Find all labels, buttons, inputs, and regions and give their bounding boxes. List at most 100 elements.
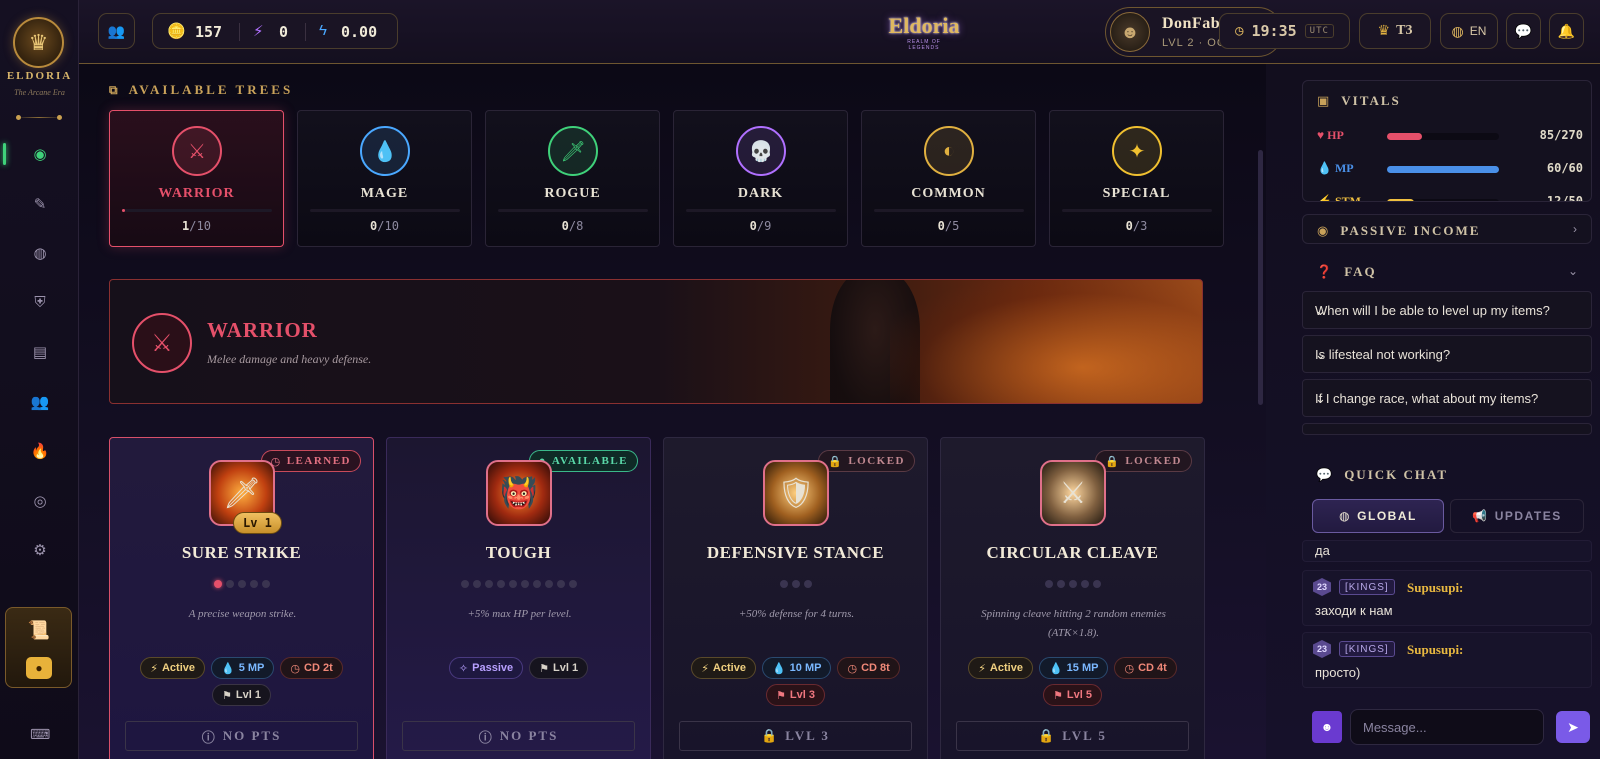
skill-action-button[interactable]: ⓘ NO PTS [125, 721, 358, 751]
sidebar-item-settings[interactable]: ⚙ [28, 538, 52, 562]
tree-progress-bar [310, 209, 460, 212]
tree-card-common[interactable]: ◐ COMMON 0/5 [861, 110, 1036, 247]
faq-item[interactable]: Is lifesteal not working? ⌄ [1302, 335, 1592, 373]
clock-icon: ◷ [1235, 23, 1244, 39]
chat-username[interactable]: Supusupi: [1407, 642, 1463, 658]
skill-card-tough[interactable]: ●AVAILABLE👹TOUGH+5% max HP per level.✧Pa… [386, 437, 651, 759]
skill-tags: ⚡ Active 💧 5 MP ◷ CD 2t ⚑ Lvl 1 [110, 657, 373, 706]
flame-icon: 🔥 [30, 443, 50, 460]
tab-global[interactable]: ◍ GLOBAL [1312, 499, 1444, 533]
sidebar-item-coins[interactable]: ◎ [28, 489, 52, 513]
passive-income-panel[interactable]: ◉ PASSIVE INCOME › [1302, 214, 1592, 244]
notifications-button[interactable]: 🔔 [1549, 13, 1584, 49]
tree-card-warrior[interactable]: ⚔ WARRIOR 1/10 [109, 110, 284, 247]
status-badge: 🔒 LOCKED [1095, 450, 1192, 472]
tree-progress-bar [122, 209, 272, 212]
skill-card-defensive-stance[interactable]: 🔒 LOCKED 🛡 DEFENSIVE STANCE +50% defense for… [663, 437, 928, 759]
status-badge: ◷ LEARNED [260, 450, 361, 472]
tree-progress-bar [874, 209, 1024, 212]
tree-card-rogue[interactable]: 🗡 ROGUE 0/8 [485, 110, 660, 247]
group-icon: 👥 [30, 393, 50, 411]
coin-icon: 🪙 [167, 23, 186, 40]
skill-action-button[interactable]: 🔒 LVL 5 [956, 721, 1189, 751]
clan-tag[interactable]: [KINGS] [1339, 641, 1395, 657]
sparkle-icon: ✦ [1112, 126, 1162, 176]
skill-tag: ⚑ Lvl 1 [529, 657, 589, 679]
chat-message-text: заходи к нам [1315, 603, 1393, 618]
wand-icon: ✎ [33, 195, 47, 213]
faq-item[interactable]: When will I be able to level up my items… [1302, 291, 1592, 329]
chevron-down-icon: ⌄ [1315, 391, 1326, 406]
vital-icon: ♥ [1317, 128, 1325, 142]
server-clock[interactable]: ◷ 19:35 UTC [1219, 13, 1350, 49]
skill-card-sure-strike[interactable]: ◷ LEARNED 🗡 Lv 1 SURE STRIKE A precise weapon… [109, 437, 374, 759]
brand-wordmark[interactable]: Eldoria [879, 13, 969, 39]
skill-tags: ⚡ Active 💧 15 MP ◷ CD 4t ⚑ Lvl 5 [941, 657, 1204, 706]
skill-tag: ◷ CD 4t [1114, 657, 1177, 679]
tree-count: 0/8 [561, 219, 584, 233]
tree-count: 0/3 [1125, 219, 1148, 233]
sidebar-item-profile[interactable]: ◉ [28, 142, 52, 166]
level-pip [779, 580, 788, 588]
scroll-icon[interactable]: 📜 [26, 618, 52, 642]
chat-tabs: ◍ GLOBAL 📢 UPDATES [1312, 499, 1588, 533]
tree-name: DARK [737, 186, 784, 201]
emoji-button[interactable]: ☻ [1312, 711, 1342, 743]
chat-input-row: ☻ ➤ [1302, 709, 1592, 745]
party-button[interactable]: 👥 [98, 13, 135, 49]
brand-logo[interactable]: ♛ [13, 17, 64, 68]
clan-tag[interactable]: [KINGS] [1339, 579, 1395, 595]
faq-item[interactable]: Can you still pay for fun?⌄ [1302, 423, 1592, 435]
user-circle-icon: ◉ [33, 146, 47, 163]
skill-tag: ⚡ Active [968, 657, 1033, 679]
brand-tagline: The Arcane Era [14, 88, 65, 97]
skill-card-circular-cleave[interactable]: 🔒 LOCKED ⚔ CIRCULAR CLEAVE Spinning cleave h… [940, 437, 1205, 759]
sidebar-item-world[interactable]: ◍ [28, 241, 52, 265]
sidebar-item-fire[interactable]: 🔥 [28, 439, 52, 463]
sidebar-item-guild[interactable]: 👥 [28, 390, 52, 414]
skill-action-button[interactable]: ⓘ NO PTS [402, 721, 635, 751]
left-sidebar: ♛ ELDORIA The Arcane Era ◉ ✎ ◍ ⛨ ▤ 👥 🔥 ◎ ⚙ 📜 ● ⌨ [0, 0, 79, 759]
sidebar-item-shop[interactable]: ▤ [28, 340, 52, 364]
level-pip [556, 580, 565, 588]
tier-button[interactable]: ♛ T3 [1359, 13, 1431, 49]
vital-icon: 💧 [1317, 161, 1332, 175]
status-badge: 🔒 LOCKED [818, 450, 915, 472]
clock-tz: UTC [1304, 24, 1334, 38]
tree-card-special[interactable]: ✦ SPECIAL 0/3 [1049, 110, 1224, 247]
tree-card-mage[interactable]: 💧 MAGE 0/10 [297, 110, 472, 247]
level-pips [387, 580, 650, 588]
chat-username[interactable]: Supusupi: [1407, 580, 1463, 596]
vital-value: 12/50 [1546, 194, 1583, 202]
chat-message: да [1302, 540, 1592, 562]
avatar: ☻ [1110, 12, 1150, 52]
keyboard-icon[interactable]: ⌨ [30, 726, 50, 743]
main-scroll-thumb[interactable] [1258, 150, 1263, 405]
tab-updates[interactable]: 📢 UPDATES [1450, 499, 1584, 533]
sidebar-item-guard[interactable]: ⛨ [28, 291, 52, 315]
faq-item[interactable]: If I change race, what about my items? ⌄ [1302, 379, 1592, 417]
skill-tag: ⚑ Lvl 5 [1043, 684, 1102, 706]
chevron-down-icon[interactable]: ⌄ [1568, 264, 1578, 278]
active-indicator [3, 143, 6, 165]
chat-message-input[interactable] [1350, 709, 1544, 745]
level-pips [110, 580, 373, 588]
skill-tags: ⚡ Active 💧 10 MP ◷ CD 8t ⚑ Lvl 3 [664, 657, 927, 706]
quest-box[interactable]: 📜 ● [5, 607, 72, 688]
sidebar-item-forge[interactable]: ✎ [28, 192, 52, 216]
tree-progress-bar [498, 209, 648, 212]
tree-count: 1/10 [182, 219, 211, 233]
tier-label: T3 [1396, 23, 1413, 38]
skill-description: +50% defense for 4 turns. [738, 608, 855, 620]
language-button[interactable]: ◍ EN [1440, 13, 1498, 49]
skill-description: +5% max HP per level. [467, 608, 572, 620]
messages-button[interactable]: 💬 [1506, 13, 1541, 49]
skill-art-icon: 👹 [486, 460, 552, 526]
chat-bubble-icon[interactable]: ● [26, 657, 52, 679]
tree-card-dark[interactable]: 💀 DARK 0/9 [673, 110, 848, 247]
tree-name: WARRIOR [158, 186, 235, 201]
skill-action-button[interactable]: 🔒 LVL 3 [679, 721, 912, 751]
send-button[interactable]: ➤ [1556, 711, 1590, 743]
level-pip [225, 580, 234, 588]
tree-name: COMMON [911, 186, 986, 201]
